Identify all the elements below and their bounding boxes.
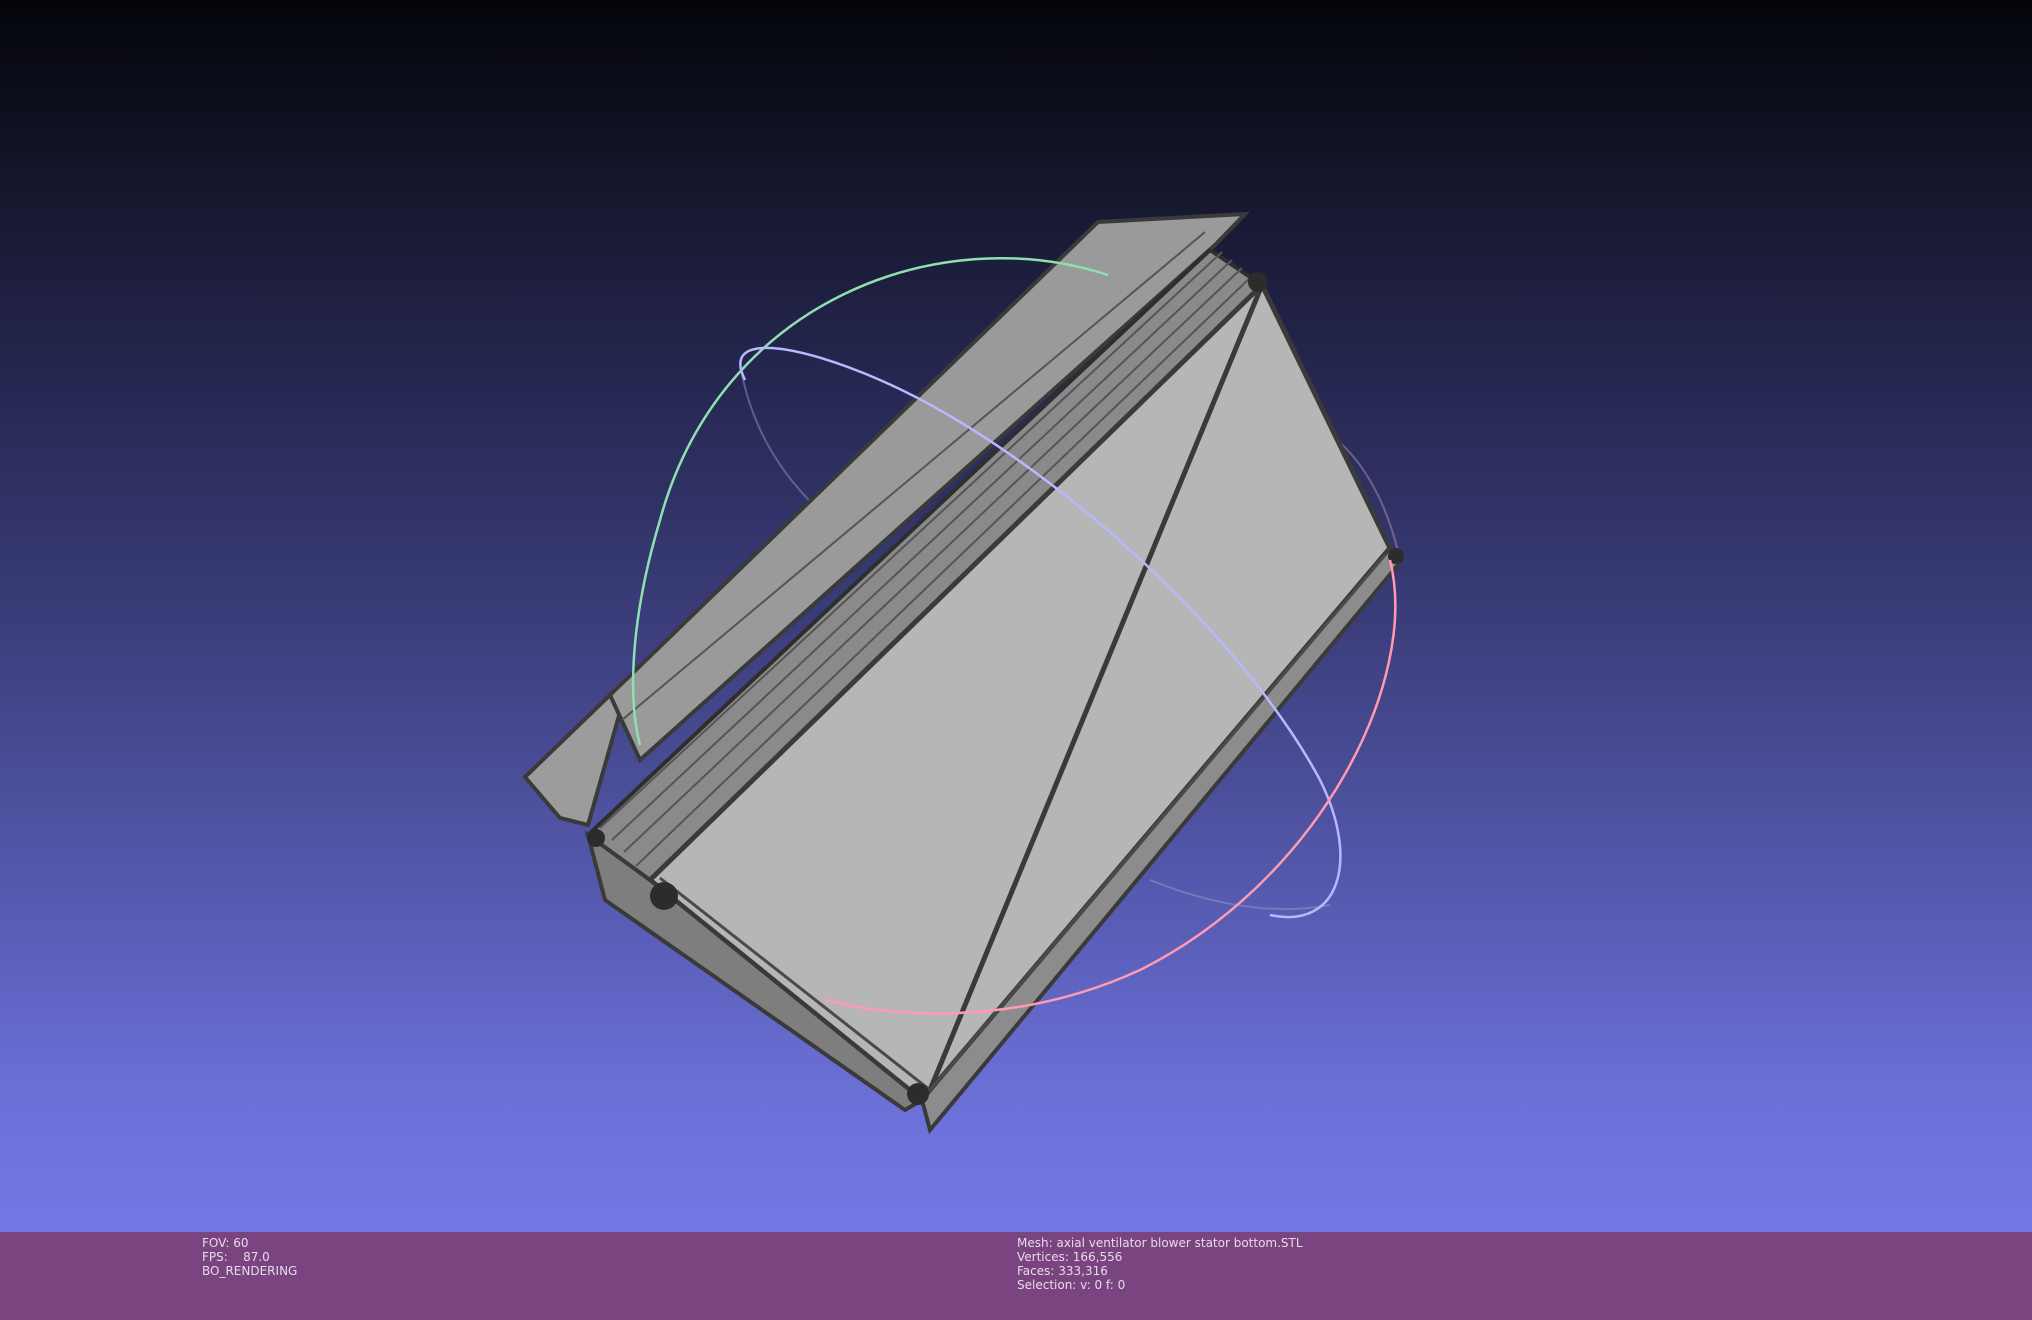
3d-viewport[interactable] [0,0,2032,1232]
fps-value: 87.0 [243,1250,270,1264]
selection-value: v: 0 f: 0 [1080,1278,1126,1292]
fps-row: FPS: 87.0 [202,1250,297,1264]
vertices-label: Vertices: [1017,1250,1069,1264]
mesh-face-left-end [522,691,623,828]
fov-value: 60 [233,1236,249,1250]
mesh-hole [650,882,678,910]
mesh-name: axial ventilator blower stator bottom.ST… [1056,1236,1303,1250]
status-bar: FOV: 60 FPS: 87.0 BO_RENDERING Mesh: axi… [0,1232,2032,1320]
faces-label: Faces: [1017,1264,1055,1278]
mesh-row: Mesh: axial ventilator blower stator bot… [1017,1236,1303,1250]
selection-row: Selection: v: 0 f: 0 [1017,1278,1303,1292]
faces-row: Faces: 333,316 [1017,1264,1303,1278]
mesh-render[interactable] [0,0,2032,1232]
fov-row: FOV: 60 [202,1236,297,1250]
mesh-object[interactable] [522,211,1405,1135]
mesh-hole [907,1083,929,1105]
mesh-label: Mesh: [1017,1236,1053,1250]
vertices-value: 166,556 [1072,1250,1123,1264]
selection-label: Selection: [1017,1278,1077,1292]
fps-label: FPS: [202,1250,228,1264]
faces-value: 333,316 [1058,1264,1108,1278]
render-info: FOV: 60 FPS: 87.0 BO_RENDERING [202,1236,297,1278]
mesh-info: Mesh: axial ventilator blower stator bot… [1017,1236,1303,1292]
mesh-hole [1248,272,1268,292]
vertices-row: Vertices: 166,556 [1017,1250,1303,1264]
fov-label: FOV: [202,1236,230,1250]
mesh-hole [587,829,605,847]
render-mode: BO_RENDERING [202,1264,298,1278]
